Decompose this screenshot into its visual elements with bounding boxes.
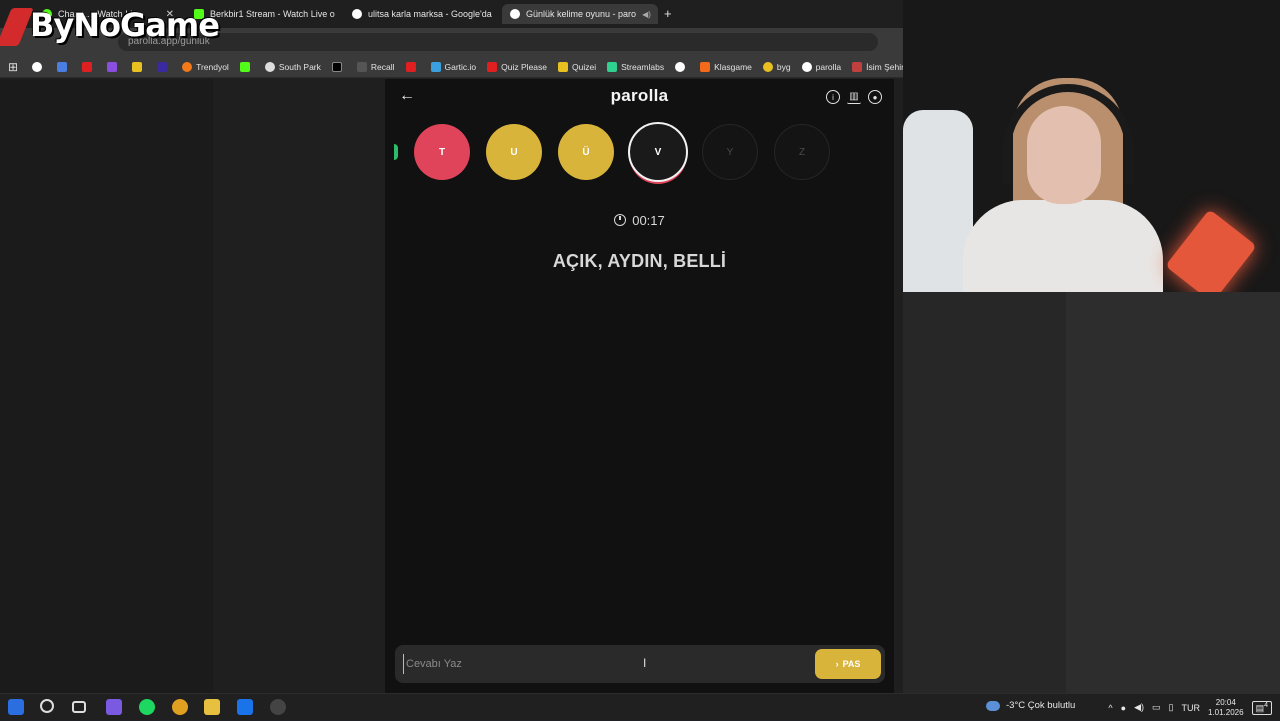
bookmark-gartic[interactable]: Gartic.io bbox=[430, 61, 476, 72]
bookmark-parolla[interactable]: parolla bbox=[801, 61, 841, 72]
tab-4-active[interactable]: Günlük kelime oyunu - paro ◀) ✕ bbox=[502, 4, 658, 24]
bookmark-byg[interactable]: byg bbox=[762, 61, 791, 72]
bookmark-google-icon[interactable] bbox=[32, 61, 46, 72]
network-icon[interactable]: ▭ bbox=[1152, 702, 1161, 713]
letter-circle-u: U bbox=[486, 124, 542, 180]
clock-date: 1.01.2026 bbox=[1207, 707, 1244, 717]
close-tab-icon[interactable]: ✕ bbox=[335, 9, 340, 20]
letter-circle-v-current: V bbox=[628, 122, 688, 182]
bookmark-youtube-2-icon[interactable] bbox=[405, 61, 420, 72]
timer: 00:17 bbox=[385, 213, 894, 228]
clock-icon bbox=[614, 214, 627, 226]
task-view-icon[interactable] bbox=[72, 701, 86, 713]
text-cursor-icon: I bbox=[643, 656, 647, 670]
bookmark-kick-icon[interactable] bbox=[239, 61, 254, 72]
bookmark-circle-icon[interactable] bbox=[675, 61, 689, 72]
taskbar-clock[interactable]: 20:04 1.01.2026 bbox=[1208, 698, 1244, 718]
header-icons: i ▥ ● bbox=[826, 90, 882, 104]
logo-slash-icon bbox=[0, 8, 34, 46]
letter-wheel: T U Ü V Y Z bbox=[385, 122, 894, 184]
bookmark-quizei[interactable]: Quizei bbox=[558, 61, 596, 72]
letter-circle-z: Z bbox=[774, 124, 830, 180]
bookmark-yellow-icon[interactable] bbox=[132, 61, 146, 72]
chrome-icon[interactable] bbox=[172, 699, 188, 715]
close-tab-icon[interactable]: ✕ bbox=[651, 9, 658, 20]
answer-input[interactable] bbox=[403, 654, 793, 674]
bookmark-x-icon[interactable] bbox=[331, 61, 346, 72]
weather-widget[interactable]: -3°C Çok bulutlu bbox=[986, 700, 1075, 711]
bookmark-twitch-icon[interactable] bbox=[107, 61, 121, 72]
system-tray: ^ ● ◀) ▭ ▯ TUR 20:04 1.01.2026 ▤4 bbox=[1108, 694, 1272, 721]
bookmark-purple-icon[interactable] bbox=[157, 61, 171, 72]
speaker-icon[interactable]: ◀) bbox=[642, 10, 651, 19]
battery-icon[interactable]: ▯ bbox=[1169, 702, 1174, 713]
stats-icon[interactable]: ▥ bbox=[847, 90, 861, 104]
webcam-overlay bbox=[903, 0, 1280, 292]
tab-label: Günlük kelime oyunu - paro bbox=[526, 9, 637, 19]
page-left-margin bbox=[0, 79, 213, 693]
previous-letter-edge bbox=[394, 144, 398, 160]
language-indicator[interactable]: TUR bbox=[1181, 703, 1200, 713]
page-right-area bbox=[903, 292, 1280, 693]
windows-taskbar: -3°C Çok bulutlu ^ ● ◀) ▭ ▯ TUR 20:04 1.… bbox=[0, 693, 1280, 720]
app-header: ← parolla i ▥ ● bbox=[385, 79, 894, 117]
letter-circle-u-umlaut: Ü bbox=[558, 124, 614, 180]
bookmark-streamlabs[interactable]: Streamlabs bbox=[607, 61, 664, 72]
bookmark-youtube-icon[interactable] bbox=[82, 61, 96, 72]
chevron-right-icon: › bbox=[835, 659, 839, 669]
bookmark-klasgame[interactable]: Klasgame bbox=[700, 61, 752, 72]
profile-icon[interactable]: ● bbox=[868, 90, 882, 104]
search-icon[interactable] bbox=[40, 699, 54, 713]
volume-icon[interactable]: ◀) bbox=[1134, 702, 1144, 713]
info-icon[interactable]: i bbox=[826, 90, 840, 104]
weather-text: -3°C Çok bulutlu bbox=[1006, 700, 1076, 711]
start-windows-icon[interactable] bbox=[8, 699, 24, 715]
cloud-icon bbox=[986, 700, 1000, 711]
close-tab-icon[interactable]: ✕ bbox=[492, 9, 498, 20]
bookmark-south-park[interactable]: South Park bbox=[264, 61, 321, 72]
spotify-icon[interactable] bbox=[139, 699, 155, 715]
file-explorer-icon[interactable] bbox=[204, 699, 220, 715]
clock-time: 20:04 bbox=[1215, 697, 1236, 707]
new-tab-button[interactable]: + bbox=[664, 6, 672, 21]
answer-bar: I ›PAS bbox=[395, 645, 885, 683]
bookmark-trendyol[interactable]: Trendyol bbox=[182, 61, 229, 72]
tab-label: Berkbir1 Stream - Watch Live o bbox=[210, 9, 335, 19]
tab-label: ulitsa karla marksa - Google'da bbox=[368, 9, 492, 19]
app-title: parolla bbox=[610, 86, 669, 105]
parolla-favicon-icon bbox=[510, 9, 520, 19]
copilot-icon[interactable] bbox=[106, 699, 122, 715]
pass-button[interactable]: › PAS bbox=[815, 649, 881, 679]
chevron-up-icon[interactable]: ^ bbox=[1108, 703, 1112, 713]
bookmark-quiz-please[interactable]: Quiz Please bbox=[487, 61, 547, 72]
bookmark-translate-icon[interactable] bbox=[57, 61, 71, 72]
notification-icon[interactable]: ▤4 bbox=[1251, 700, 1272, 715]
parolla-app: ← parolla i ▥ ● T U Ü V Y Z 00:17 AÇIK, … bbox=[385, 79, 894, 693]
microphone-icon[interactable]: ● bbox=[1121, 703, 1126, 713]
letter-circle-t: T bbox=[414, 124, 470, 180]
url-field[interactable]: parolla.app/gunluk bbox=[118, 33, 878, 51]
clue-text: AÇIK, AYDIN, BELLİ bbox=[552, 251, 727, 271]
google-icon bbox=[352, 9, 362, 19]
bookmark-recall[interactable]: Recall bbox=[356, 61, 395, 72]
outlook-icon[interactable] bbox=[237, 699, 253, 715]
tab-3[interactable]: ulitsa karla marksa - Google'da ✕ bbox=[344, 4, 498, 24]
apps-grid-icon[interactable]: ⊞ bbox=[8, 60, 18, 74]
timer-value: 00:17 bbox=[632, 213, 665, 228]
obs-icon[interactable] bbox=[270, 699, 286, 715]
webcam-streamer-shirt bbox=[963, 200, 1163, 292]
letter-circle-y: Y bbox=[702, 124, 758, 180]
bynogame-logo: ByNoGame bbox=[0, 4, 220, 48]
logo-text: ByNoGame bbox=[30, 6, 220, 44]
bookmarks-bar: ⊞ Trendyol South Park Recall Gartic.io Q… bbox=[0, 56, 936, 78]
page-right-panel bbox=[1066, 292, 1280, 693]
